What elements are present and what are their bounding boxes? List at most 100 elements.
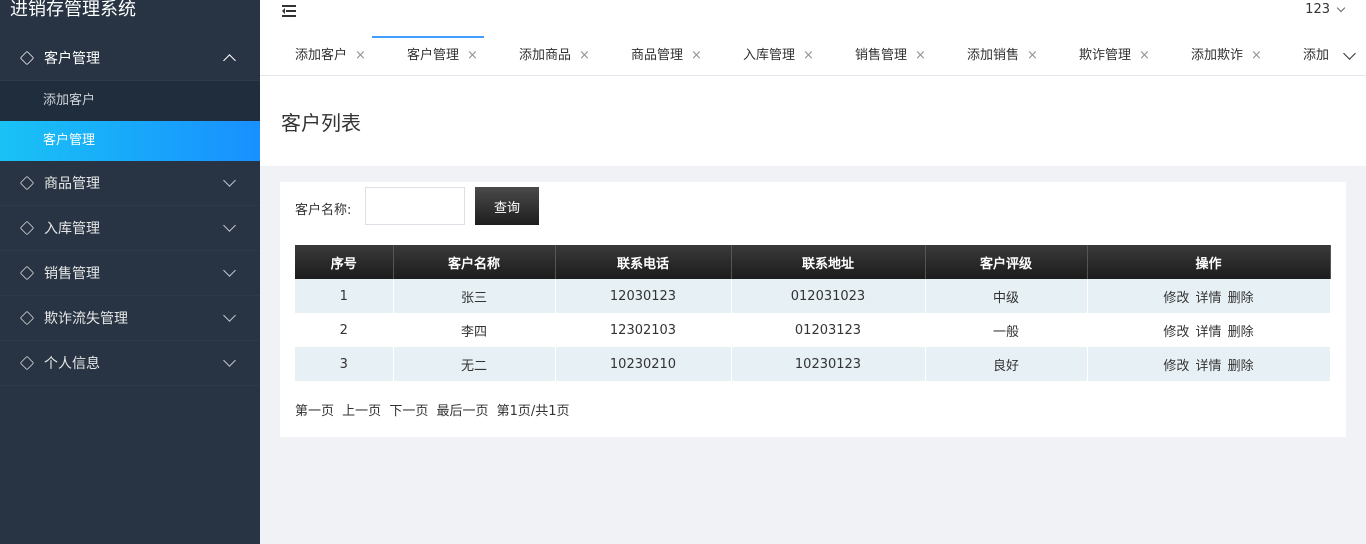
tab-add-sale[interactable]: 添加销售 × (932, 36, 1044, 75)
cell-name: 无二 (393, 347, 556, 381)
cell-actions: 修改 详情 删除 (1087, 279, 1331, 313)
menu-product-management[interactable]: 商品管理 (0, 161, 260, 206)
menu-label: 个人信息 (44, 356, 100, 372)
cell-rating: 良好 (925, 347, 1088, 381)
cell-actions: 修改 详情 删除 (1087, 347, 1331, 381)
user-dropdown[interactable]: 123 (1305, 2, 1346, 17)
tab-fraud-management[interactable]: 欺诈管理 × (1044, 36, 1156, 75)
customer-table: 序号 客户名称 联系电话 联系地址 客户评级 操作 1 张三 12030123 … (295, 245, 1331, 381)
menu-stock-in-management[interactable]: 入库管理 (0, 206, 260, 251)
cube-icon (19, 355, 35, 371)
tab-label: 入库管理 (743, 48, 796, 63)
table-header-row: 序号 客户名称 联系电话 联系地址 客户评级 操作 (295, 245, 1331, 279)
app-title: 进销存管理系统 (10, 0, 136, 20)
tab-sales-management[interactable]: 销售管理 × (820, 36, 932, 75)
submenu-item-add-customer[interactable]: 添加客户 (0, 81, 260, 121)
menu-label: 入库管理 (44, 221, 100, 237)
cell-phone: 10230210 (555, 347, 732, 381)
close-icon[interactable]: × (1251, 36, 1262, 75)
customer-name-input[interactable] (365, 187, 465, 225)
cell-address: 10230123 (731, 347, 926, 381)
tab-customer-management[interactable]: 客户管理 × (372, 36, 484, 75)
tab-stock-in-management[interactable]: 入库管理 × (708, 36, 820, 75)
close-icon[interactable]: × (1027, 36, 1038, 75)
tab-add-fraud[interactable]: 添加欺诈 × (1156, 36, 1268, 75)
table-row: 2 李四 12302103 01203123 一般 修改 详情 删除 (295, 313, 1331, 347)
tabs-dropdown-button[interactable] (1336, 36, 1366, 75)
tab-label: 欺诈管理 (1079, 48, 1132, 63)
chevron-down-icon (223, 174, 236, 187)
submenu-item-customer-management[interactable]: 客户管理 (0, 121, 260, 161)
detail-link[interactable]: 详情 (1195, 359, 1221, 374)
chevron-down-icon (223, 354, 236, 367)
col-header: 联系地址 (731, 245, 926, 279)
cell-actions: 修改 详情 删除 (1087, 313, 1331, 347)
menu-label: 销售管理 (44, 266, 100, 282)
cube-icon (19, 50, 35, 66)
cube-icon (19, 265, 35, 281)
tab-label: 客户管理 (407, 48, 460, 63)
page-title: 客户列表 (281, 111, 361, 135)
username: 123 (1305, 2, 1330, 17)
col-header: 客户名称 (393, 245, 556, 279)
cell-id: 3 (295, 347, 394, 381)
delete-link[interactable]: 删除 (1228, 291, 1254, 306)
first-page-link[interactable]: 第一页 (295, 404, 334, 419)
menu-customer-management[interactable]: 客户管理 (0, 36, 260, 81)
tab-product-management[interactable]: 商品管理 × (596, 36, 708, 75)
sidebar: 进销存管理系统 客户管理 添加客户 客户管理 商品管理 入库管理 销售管理 欺诈… (0, 0, 260, 544)
cell-id: 1 (295, 279, 394, 313)
edit-link[interactable]: 修改 (1163, 291, 1189, 306)
close-icon[interactable]: × (467, 38, 478, 74)
prev-page-link[interactable]: 上一页 (342, 404, 381, 419)
edit-link[interactable]: 修改 (1163, 359, 1189, 374)
submenu-customer: 添加客户 客户管理 (0, 81, 260, 161)
customer-list-panel: 客户名称: 查询 序号 客户名称 联系电话 联系地址 客户评级 操作 1 张三 … (280, 182, 1346, 437)
page-header: 客户列表 (260, 76, 1366, 166)
cell-name: 张三 (393, 279, 556, 313)
menu-label: 客户管理 (44, 51, 100, 67)
next-page-link[interactable]: 下一页 (389, 404, 428, 419)
close-icon[interactable]: × (1139, 36, 1150, 75)
close-icon[interactable]: × (803, 36, 814, 75)
menu-personal-info[interactable]: 个人信息 (0, 341, 260, 386)
cube-icon (19, 220, 35, 236)
delete-link[interactable]: 删除 (1228, 325, 1254, 340)
chevron-down-icon (223, 219, 236, 232)
table-row: 3 无二 10230210 10230123 良好 修改 详情 删除 (295, 347, 1331, 381)
tab-label: 添加欺诈 (1191, 48, 1244, 63)
tab-add-product[interactable]: 添加商品 × (484, 36, 596, 75)
menu-fold-icon[interactable] (282, 4, 296, 18)
chevron-down-icon (223, 309, 236, 322)
col-header: 联系电话 (555, 245, 732, 279)
detail-link[interactable]: 详情 (1195, 325, 1221, 340)
chevron-up-icon (223, 54, 236, 67)
close-icon[interactable]: × (355, 36, 366, 75)
cube-icon (19, 310, 35, 326)
tab-add-customer[interactable]: 添加客户 × (260, 36, 372, 75)
col-header: 客户评级 (925, 245, 1088, 279)
cell-rating: 中级 (925, 279, 1088, 313)
menu-fraud-churn-management[interactable]: 欺诈流失管理 (0, 296, 260, 341)
edit-link[interactable]: 修改 (1163, 325, 1189, 340)
tab-label: 商品管理 (631, 48, 684, 63)
tab-label: 添加销售 (967, 48, 1020, 63)
menu-label: 欺诈流失管理 (44, 311, 128, 327)
last-page-link[interactable]: 最后一页 (436, 404, 488, 419)
search-button[interactable]: 查询 (475, 187, 539, 225)
delete-link[interactable]: 删除 (1228, 359, 1254, 374)
cell-address: 01203123 (731, 313, 926, 347)
menu-sales-management[interactable]: 销售管理 (0, 251, 260, 296)
close-icon[interactable]: × (915, 36, 926, 75)
cell-phone: 12030123 (555, 279, 732, 313)
pagination: 第一页 上一页 下一页 最后一页 第1页/共1页 (295, 400, 574, 419)
tab-label: 添加商品 (519, 48, 572, 63)
table-row: 1 张三 12030123 012031023 中级 修改 详情 删除 (295, 279, 1331, 313)
tab-label: 销售管理 (855, 48, 908, 63)
tab-label: 添加客户 (295, 48, 348, 63)
detail-link[interactable]: 详情 (1195, 291, 1221, 306)
close-icon[interactable]: × (579, 36, 590, 75)
cell-rating: 一般 (925, 313, 1088, 347)
close-icon[interactable]: × (691, 36, 702, 75)
page-info: 第1页/共1页 (496, 404, 570, 419)
